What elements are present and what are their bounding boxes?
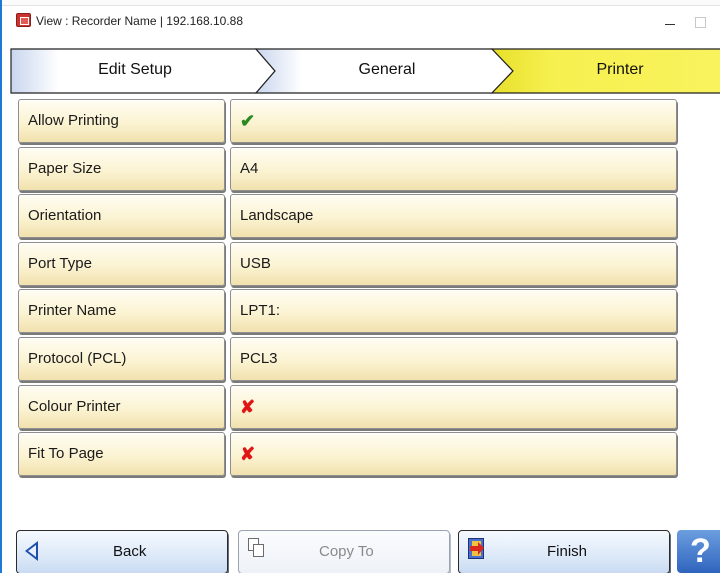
back-button-label: Back xyxy=(113,543,147,560)
setting-label: Colour Printer xyxy=(18,384,225,429)
protocol-value[interactable]: PCL3 xyxy=(230,336,677,381)
settings-row-fit-to-page: Fit To Page ✘ xyxy=(18,431,678,479)
allow-printing-value[interactable]: ✔ xyxy=(230,99,677,143)
settings-row-orientation: Orientation Landscape xyxy=(18,193,678,241)
check-icon: ✔ xyxy=(240,111,256,131)
tab-printer[interactable]: Printer xyxy=(530,60,710,80)
bottom-toolbar: Back Copy To Finish ? xyxy=(2,530,720,573)
setting-label: Port Type xyxy=(18,241,225,286)
tab-general[interactable]: General xyxy=(302,60,472,80)
settings-row-protocol: Protocol (PCL) PCL3 xyxy=(18,336,678,384)
setting-label: Paper Size xyxy=(18,146,225,191)
setting-label: Fit To Page xyxy=(18,432,225,477)
orientation-value[interactable]: Landscape xyxy=(230,194,677,239)
copy-to-button[interactable]: Copy To xyxy=(238,530,450,573)
help-icon: ? xyxy=(690,532,711,570)
settings-row-printer-name: Printer Name LPT1: xyxy=(18,288,678,336)
breadcrumb: Edit Setup General Printer xyxy=(10,48,720,94)
finish-button-label: Finish xyxy=(547,543,588,560)
exit-door-icon xyxy=(468,538,488,560)
setting-label: Allow Printing xyxy=(18,99,225,143)
exit-door-icon-arrow xyxy=(470,542,484,555)
window-title: View : Recorder Name | 192.168.10.88 xyxy=(36,14,244,28)
app-icon xyxy=(16,13,31,27)
printer-name-value[interactable]: LPT1: xyxy=(230,289,677,334)
maximize-button[interactable] xyxy=(685,10,715,34)
back-arrow-icon xyxy=(25,541,38,561)
title-bar: View : Recorder Name | 192.168.10.88 xyxy=(4,6,720,42)
back-button[interactable]: Back xyxy=(16,530,228,573)
fit-to-page-value[interactable]: ✘ xyxy=(230,432,677,477)
minimize-button[interactable] xyxy=(655,10,685,34)
paper-size-value[interactable]: A4 xyxy=(230,146,677,191)
setting-label: Protocol (PCL) xyxy=(18,336,225,381)
setting-label: Orientation xyxy=(18,194,225,239)
help-button[interactable]: ? xyxy=(677,530,720,573)
tab-edit-setup[interactable]: Edit Setup xyxy=(50,60,220,80)
copy-to-button-label: Copy To xyxy=(319,543,374,560)
cross-icon: ✘ xyxy=(240,396,256,417)
settings-row-allow-printing: Allow Printing ✔ xyxy=(18,98,678,146)
printer-settings-table: Allow Printing ✔ Paper Size A4 Orientati… xyxy=(18,98,678,479)
colour-printer-value[interactable]: ✘ xyxy=(230,384,677,429)
app-window: View : Recorder Name | 192.168.10.88 Edi… xyxy=(0,0,720,573)
finish-button[interactable]: Finish xyxy=(458,530,670,573)
setting-label: Printer Name xyxy=(18,289,225,334)
settings-row-paper-size: Paper Size A4 xyxy=(18,146,678,194)
settings-row-port-type: Port Type USB xyxy=(18,241,678,289)
port-type-value[interactable]: USB xyxy=(230,241,677,286)
copy-icon xyxy=(248,538,265,558)
copy-icon-front-sheet xyxy=(253,544,264,557)
settings-row-colour-printer: Colour Printer ✘ xyxy=(18,384,678,432)
cross-icon: ✘ xyxy=(240,444,256,465)
